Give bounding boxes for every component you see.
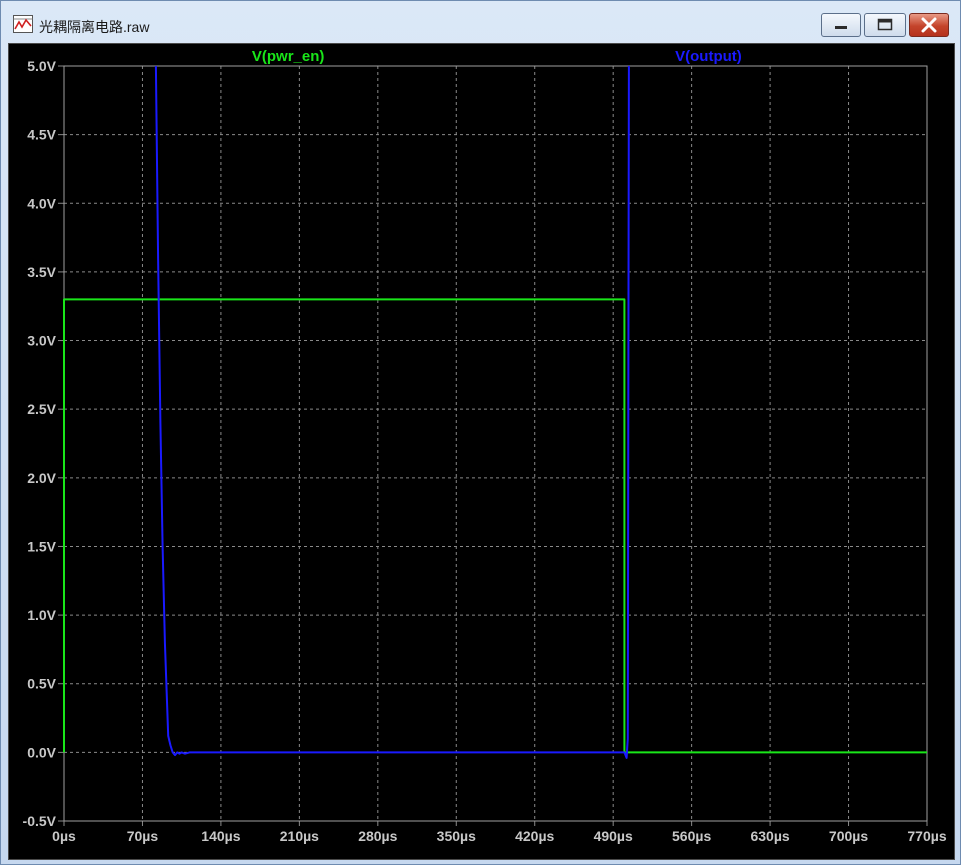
legend-entry[interactable]: V(output) [675,48,742,65]
x-tick-label: 280µs [358,828,397,844]
minimize-icon [835,26,847,29]
y-tick-label: 4.5V [27,127,56,143]
y-tick-label: 5.0V [27,58,56,74]
minimize-button[interactable] [821,13,861,37]
x-tick-label: 210µs [280,828,319,844]
plot-pane[interactable]: 0µs 70µs 140µs 210µs 280µs 350µs 420µs 490µs 560… [8,43,955,860]
window-title: 光耦隔离电路.raw [39,19,150,35]
legend-entry[interactable]: V(pwr_en) [252,48,325,65]
x-tick-label: 70µs [127,828,159,844]
y-tick-label: 3.0V [27,333,56,349]
plot-border [63,65,928,822]
y-tick-label: 1.5V [27,538,56,554]
y-tick-label: 4.0V [27,195,56,211]
x-tick-label: 560µs [672,828,711,844]
trace-v-output[interactable] [154,65,630,759]
x-tick-label: 700µs [829,828,868,844]
close-button[interactable] [909,13,949,37]
waveform-plot[interactable]: 0µs 70µs 140µs 210µs 280µs 350µs 420µs 490µs 560… [9,44,954,859]
x-tick-label: 630µs [750,828,789,844]
y-tick-label: 1.0V [27,607,56,623]
x-tick-label: 490µs [594,828,633,844]
y-tick-label: 2.0V [27,470,56,486]
x-tick-label: 140µs [201,828,240,844]
y-tick-label: 3.5V [27,264,56,280]
x-tick-label: 770µs [907,828,946,844]
x-tick-label: 0µs [52,828,76,844]
close-icon [921,17,937,33]
y-tick-label: 2.5V [27,401,56,417]
maximize-button[interactable] [864,13,906,37]
waveform-app-icon [13,15,33,33]
y-tick-label: 0.5V [27,676,56,692]
y-tick-label: -0.5V [23,813,57,829]
x-tick-label: 420µs [515,828,554,844]
maximize-icon [877,18,893,31]
trace-v-pwr-en[interactable] [63,298,927,754]
y-tick-label: 0.0V [27,744,56,760]
waveform-window: 光耦隔离电路.raw 0µs 70µs 140µs 210µs 280µs 350µs 42… [0,0,961,865]
title-bar[interactable]: 光耦隔离电路.raw [1,1,960,43]
x-tick-label: 350µs [437,828,476,844]
